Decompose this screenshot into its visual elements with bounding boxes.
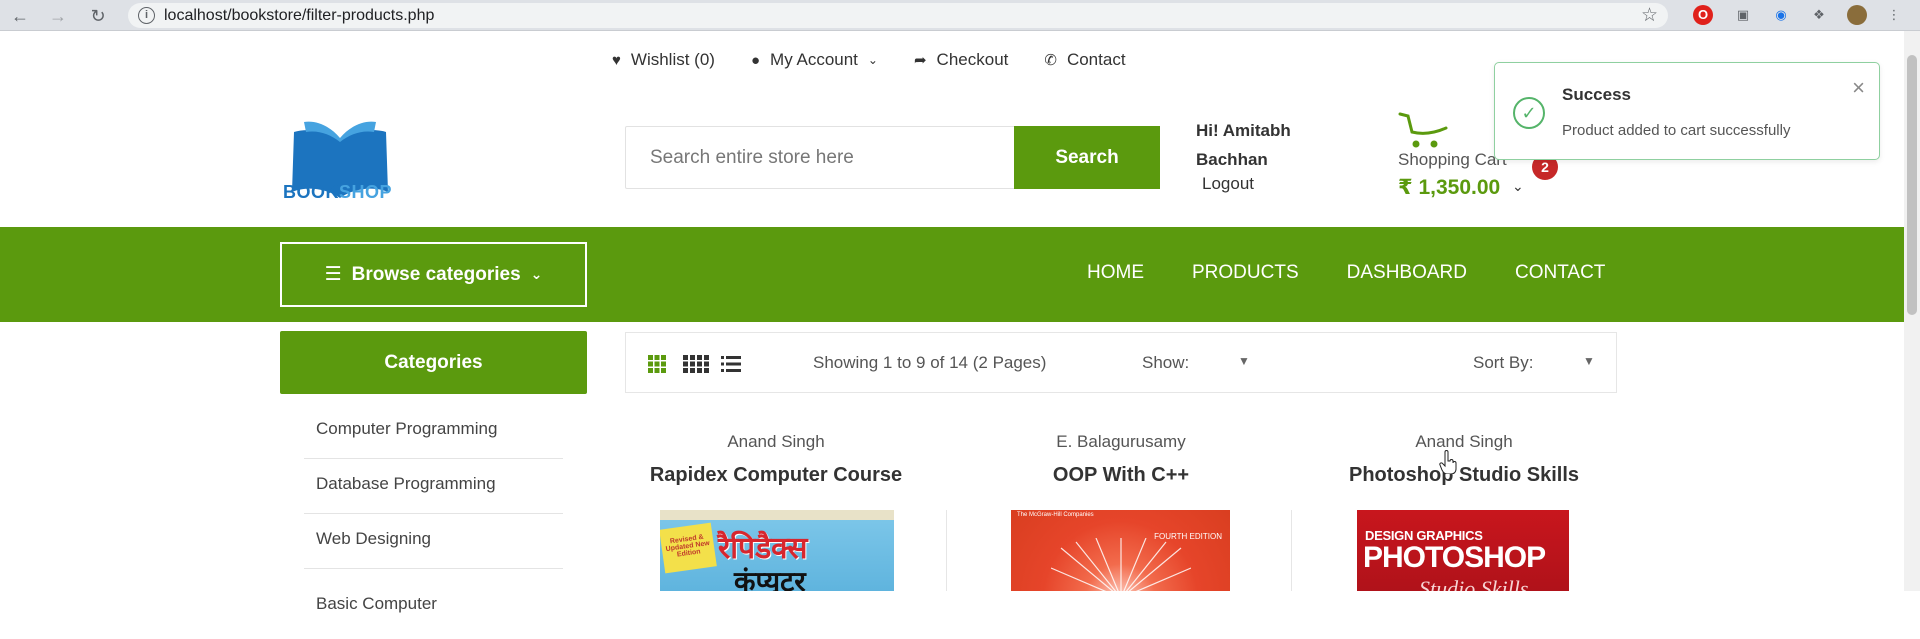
close-icon[interactable]: × [1852, 75, 1865, 101]
list-view-icon[interactable] [721, 355, 741, 373]
top-links: ♥ Wishlist (0) ● My Account ⌄ ➦ Checkout ✆ Co… [612, 50, 1126, 70]
browse-categories-button[interactable]: ☰ Browse categories ⌄ [280, 242, 587, 307]
contact-link[interactable]: ✆ Contact [1044, 50, 1125, 70]
user-greeting: Hi! Amitabh Bachhan [1196, 121, 1291, 169]
phone-icon: ✆ [1044, 52, 1057, 69]
category-item[interactable]: Web Designing [304, 514, 563, 569]
puzzle-extensions-icon[interactable]: ❖ [1809, 5, 1829, 25]
user-icon: ● [750, 51, 761, 69]
cover-subtitle: Studio Skills [1419, 576, 1529, 591]
categories-heading: Categories [280, 331, 587, 394]
grid-view-icon[interactable] [648, 355, 666, 373]
shopping-cart-label[interactable]: Shopping Cart [1398, 150, 1507, 170]
product-cover-image[interactable]: The McGraw-Hill Companies FOURTH EDITION [1011, 510, 1230, 591]
product-card: Anand Singh Rapidex Computer Course [606, 432, 946, 487]
sort-label: Sort By: [1473, 353, 1534, 372]
browser-menu-icon[interactable]: ⋮ [1884, 5, 1904, 25]
product-author[interactable]: E. Balagurusamy [951, 432, 1291, 452]
bookmark-star-icon[interactable]: ☆ [1641, 4, 1658, 27]
logo-text[interactable]: BOOKSHOP [283, 182, 392, 203]
scrollbar-thumb[interactable] [1907, 55, 1917, 315]
camera-extension-icon[interactable]: ▣ [1733, 5, 1753, 25]
cover-title: PHOTOSHOP [1363, 541, 1546, 574]
back-icon[interactable]: ← [8, 4, 32, 28]
forward-icon[interactable]: → [46, 4, 70, 28]
profile-avatar-icon[interactable] [1847, 5, 1867, 25]
toast-message: Product added to cart successfully [1562, 122, 1791, 139]
product-toolbar: Showing 1 to 9 of 14 (2 Pages) Show: ▼ S… [625, 332, 1617, 393]
cover-title: रैपिडैक्स [718, 531, 808, 566]
chevron-down-icon: ⌄ [530, 266, 543, 282]
toast-title: Success [1562, 85, 1631, 104]
hamburger-icon: ☰ [324, 264, 342, 285]
info-icon[interactable]: i [138, 7, 155, 24]
product-cover-image[interactable]: Revised & Updated New Edition रैपिडैक्स … [660, 510, 894, 591]
product-divider [946, 510, 947, 591]
nav-item-dashboard[interactable]: DASHBOARD [1347, 262, 1467, 284]
category-item[interactable]: Computer Programming [304, 404, 563, 459]
product-title[interactable]: OOP With C++ [951, 464, 1291, 487]
cover-publisher: The McGraw-Hill Companies [1017, 512, 1094, 518]
reload-icon[interactable]: ↻ [86, 4, 110, 28]
dense-grid-view-icon[interactable] [683, 355, 710, 373]
product-author[interactable]: Anand Singh [1294, 432, 1634, 452]
category-item[interactable]: Basic Computer [304, 569, 563, 624]
shopping-cart-icon[interactable] [1398, 112, 1452, 152]
product-cover-image[interactable]: DESIGN GRAPHICS PHOTOSHOP Studio Skills [1357, 510, 1569, 591]
chevron-down-icon[interactable]: ⌄ [1512, 178, 1524, 195]
cart-total[interactable]: ₹ 1,350.00 [1398, 175, 1500, 200]
checkout-link[interactable]: ➦ Checkout [914, 50, 1008, 70]
logout-link[interactable]: Logout [1202, 174, 1254, 194]
show-select-chevron-icon[interactable]: ▼ [1238, 354, 1250, 368]
category-item[interactable]: Database Programming [304, 459, 563, 514]
product-divider [1291, 510, 1292, 591]
search-input[interactable] [626, 127, 1014, 188]
url-text: localhost/bookstore/filter-products.php [164, 7, 435, 24]
show-label: Show: [1142, 353, 1190, 372]
wishlist-link[interactable]: ♥ Wishlist (0) [612, 50, 715, 70]
product-title[interactable]: Photoshop Studio Skills [1294, 464, 1634, 487]
heart-icon: ♥ [612, 51, 621, 69]
cover-top-strip [660, 510, 894, 520]
chevron-down-icon: ⌄ [867, 53, 878, 67]
nav-item-home[interactable]: HOME [1087, 262, 1144, 284]
share-arrow-icon: ➦ [913, 52, 927, 69]
product-card: E. Balagurusamy OOP With C++ [951, 432, 1291, 487]
product-card: Anand Singh Photoshop Studio Skills [1294, 432, 1634, 487]
browser-toolbar: ← → ↻ i localhost/bookstore/filter-produ… [0, 0, 1920, 31]
hand-cursor-icon [1439, 450, 1457, 474]
nav-item-products[interactable]: PRODUCTS [1192, 262, 1299, 284]
address-bar[interactable]: i localhost/bookstore/filter-products.ph… [128, 3, 1668, 28]
page-scrollbar[interactable] [1904, 31, 1920, 591]
cover-tag: Revised & Updated New Edition [660, 522, 717, 574]
sort-select-chevron-icon[interactable]: ▼ [1583, 354, 1595, 368]
cover-art-icon [1051, 538, 1191, 591]
product-author[interactable]: Anand Singh [606, 432, 946, 452]
search-bar: Search [625, 126, 1160, 189]
nav-item-contact[interactable]: CONTACT [1515, 262, 1605, 284]
pagination-summary: Showing 1 to 9 of 14 (2 Pages) [813, 353, 1047, 372]
opera-extension-icon[interactable]: O [1693, 5, 1713, 25]
screen-record-extension-icon[interactable]: ◉ [1771, 5, 1791, 25]
success-toast: ✓ Success Product added to cart successf… [1494, 62, 1880, 160]
cover-subtitle: कंप्यूटर [734, 565, 806, 591]
main-nav: HOME PRODUCTS DASHBOARD CONTACT [1087, 262, 1605, 284]
my-account-link[interactable]: ● My Account ⌄ [751, 50, 878, 70]
search-button[interactable]: Search [1014, 126, 1160, 189]
category-list: Computer Programming Database Programmin… [304, 404, 563, 624]
product-title[interactable]: Rapidex Computer Course [606, 464, 946, 487]
check-circle-icon: ✓ [1513, 97, 1545, 129]
